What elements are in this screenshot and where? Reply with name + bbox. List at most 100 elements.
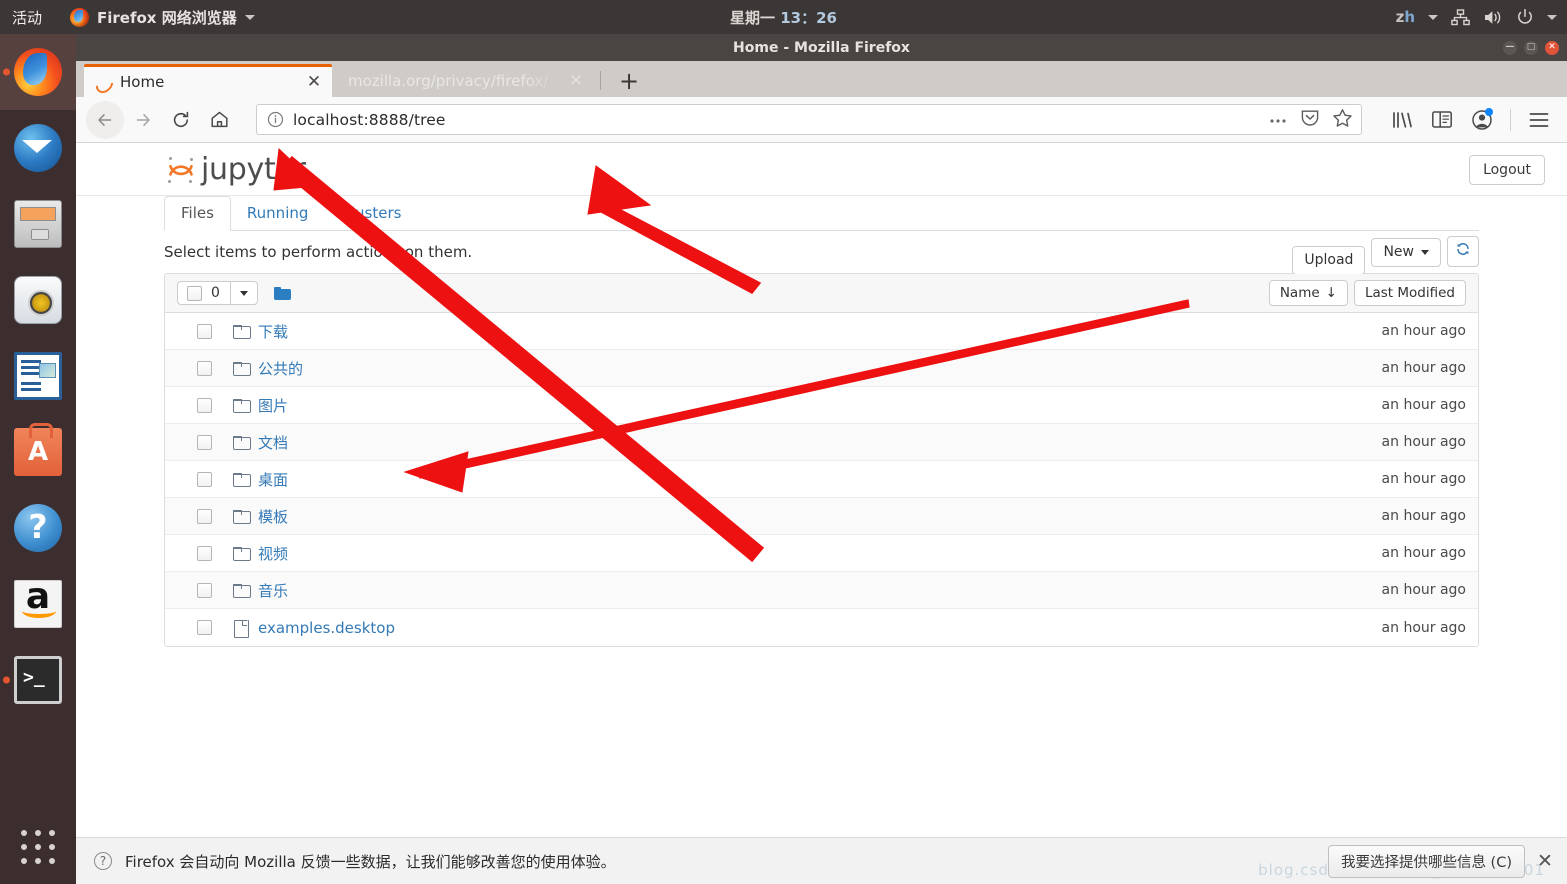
tab-mozilla-privacy[interactable]: mozilla.org/privacy/firefox/ ✕	[338, 64, 594, 97]
dock-item-help[interactable]	[0, 490, 76, 566]
app-menu-firefox[interactable]: Firefox 网络浏览器	[70, 7, 255, 28]
folder-icon	[233, 361, 251, 376]
select-all-cell[interactable]: 0	[178, 282, 230, 304]
pocket-icon[interactable]	[1300, 108, 1320, 131]
maximize-button[interactable]: □	[1524, 40, 1538, 55]
row-checkbox[interactable]	[197, 323, 212, 339]
reload-icon[interactable]	[162, 101, 200, 139]
tab-separator	[600, 71, 601, 90]
dock-item-files[interactable]	[0, 186, 76, 262]
file-name-link[interactable]: 音乐	[258, 580, 288, 601]
new-dropdown-button[interactable]: New	[1371, 238, 1441, 267]
language-chevron-down-icon[interactable]	[1428, 14, 1438, 20]
account-notification-dot	[1485, 107, 1493, 116]
bookmark-star-icon[interactable]	[1332, 108, 1353, 132]
row-checkbox[interactable]	[197, 397, 212, 413]
table-row[interactable]: 公共的 an hour ago	[165, 350, 1478, 387]
table-row[interactable]: 桌面 an hour ago	[165, 461, 1478, 498]
current-folder-icon[interactable]	[273, 286, 291, 300]
tab-home[interactable]: Home ✕	[84, 64, 332, 97]
jupyter-header: jupyter Logout	[76, 144, 1567, 196]
file-name-link[interactable]: 下载	[258, 321, 288, 342]
row-checkbox[interactable]	[197, 471, 212, 487]
jupyter-favicon-icon	[94, 74, 111, 91]
select-all-checkbox[interactable]	[187, 285, 202, 301]
dock-item-libreoffice-writer[interactable]	[0, 338, 76, 414]
row-checkbox[interactable]	[197, 545, 212, 561]
file-name-link[interactable]: 模板	[258, 506, 288, 527]
url-input[interactable]: localhost:8888/tree	[293, 111, 1268, 129]
language-indicator[interactable]: zh	[1396, 8, 1415, 26]
network-icon[interactable]	[1451, 8, 1470, 26]
file-name-link[interactable]: 公共的	[258, 358, 303, 379]
sort-by-name-button[interactable]: Name ↓	[1268, 280, 1348, 306]
jupyter-logo[interactable]: jupyter	[166, 152, 306, 187]
clock-day: 星期一	[730, 8, 776, 27]
file-modified: an hour ago	[1381, 471, 1466, 487]
dock-item-thunderbird[interactable]	[0, 110, 76, 186]
chevron-down-icon	[244, 14, 255, 20]
volume-icon[interactable]	[1483, 9, 1503, 26]
activities-button[interactable]: 活动	[12, 7, 42, 28]
forward-icon[interactable]	[124, 101, 162, 139]
dock-item-amazon[interactable]	[0, 566, 76, 642]
tab-close-icon[interactable]: ✕	[568, 71, 584, 91]
table-row[interactable]: 音乐 an hour ago	[165, 572, 1478, 609]
table-row[interactable]: examples.desktop an hour ago	[165, 609, 1478, 646]
table-row[interactable]: 下载 an hour ago	[165, 313, 1478, 350]
folder-icon	[233, 583, 251, 598]
dock-item-ubuntu-software[interactable]	[0, 414, 76, 490]
refresh-button[interactable]	[1447, 236, 1479, 267]
dock-item-rhythmbox[interactable]	[0, 262, 76, 338]
power-icon[interactable]	[1516, 8, 1534, 26]
table-row[interactable]: 文档 an hour ago	[165, 424, 1478, 461]
file-name-link[interactable]: examples.desktop	[258, 619, 395, 637]
tab-running[interactable]: Running	[231, 197, 324, 230]
new-tab-button[interactable]: +	[612, 64, 646, 97]
upload-button[interactable]: Upload	[1292, 246, 1366, 275]
file-name-link[interactable]: 视频	[258, 543, 288, 564]
row-checkbox[interactable]	[197, 508, 212, 524]
file-modified: an hour ago	[1381, 545, 1466, 561]
tab-clusters[interactable]: Clusters	[324, 197, 417, 230]
system-menu-chevron-down-icon[interactable]	[1547, 14, 1557, 20]
row-checkbox[interactable]	[197, 434, 212, 450]
close-button[interactable]: ✕	[1545, 40, 1559, 55]
file-modified: an hour ago	[1381, 508, 1466, 524]
page-actions-ellipsis-icon[interactable]	[1268, 110, 1288, 129]
file-name-link[interactable]: 图片	[258, 395, 288, 416]
library-icon[interactable]	[1384, 102, 1420, 138]
minimize-button[interactable]: —	[1503, 40, 1517, 55]
logout-button[interactable]: Logout	[1469, 155, 1545, 185]
dock-item-firefox[interactable]	[0, 34, 76, 110]
tab-files[interactable]: Files	[164, 196, 231, 231]
notification-close-icon[interactable]: ✕	[1535, 850, 1555, 872]
show-applications-button[interactable]	[0, 824, 76, 870]
hamburger-menu-icon[interactable]	[1521, 102, 1557, 138]
table-row[interactable]: 图片 an hour ago	[165, 387, 1478, 424]
select-all-group[interactable]: 0	[177, 281, 258, 305]
url-bar[interactable]: localhost:8888/tree	[256, 104, 1362, 135]
window-titlebar: Home - Mozilla Firefox — □ ✕	[76, 34, 1567, 61]
row-checkbox[interactable]	[197, 582, 212, 598]
home-icon[interactable]	[200, 101, 238, 139]
tab-close-icon[interactable]: ✕	[306, 72, 322, 92]
dock-item-terminal[interactable]	[0, 642, 76, 718]
account-icon[interactable]	[1464, 102, 1500, 138]
sidebar-icon[interactable]	[1424, 102, 1460, 138]
back-icon[interactable]	[86, 100, 124, 139]
sort-by-last-modified-button[interactable]: Last Modified	[1353, 280, 1466, 306]
table-row[interactable]: 视频 an hour ago	[165, 535, 1478, 572]
row-checkbox[interactable]	[197, 360, 212, 376]
notification-actions: 我要选择提供哪些信息 (C) ✕	[1327, 844, 1555, 878]
choose-what-to-share-button[interactable]: 我要选择提供哪些信息 (C)	[1327, 844, 1525, 878]
select-dropdown-button[interactable]	[229, 282, 257, 304]
file-name-link[interactable]: 文档	[258, 432, 288, 453]
jupyter-body: Files Running Clusters Select items to p…	[76, 196, 1567, 647]
info-icon[interactable]	[265, 110, 285, 130]
row-checkbox[interactable]	[197, 620, 212, 635]
tab-title: Home	[120, 73, 165, 91]
file-name-link[interactable]: 桌面	[258, 469, 288, 490]
table-row[interactable]: 模板 an hour ago	[165, 498, 1478, 535]
folder-icon	[233, 398, 251, 413]
